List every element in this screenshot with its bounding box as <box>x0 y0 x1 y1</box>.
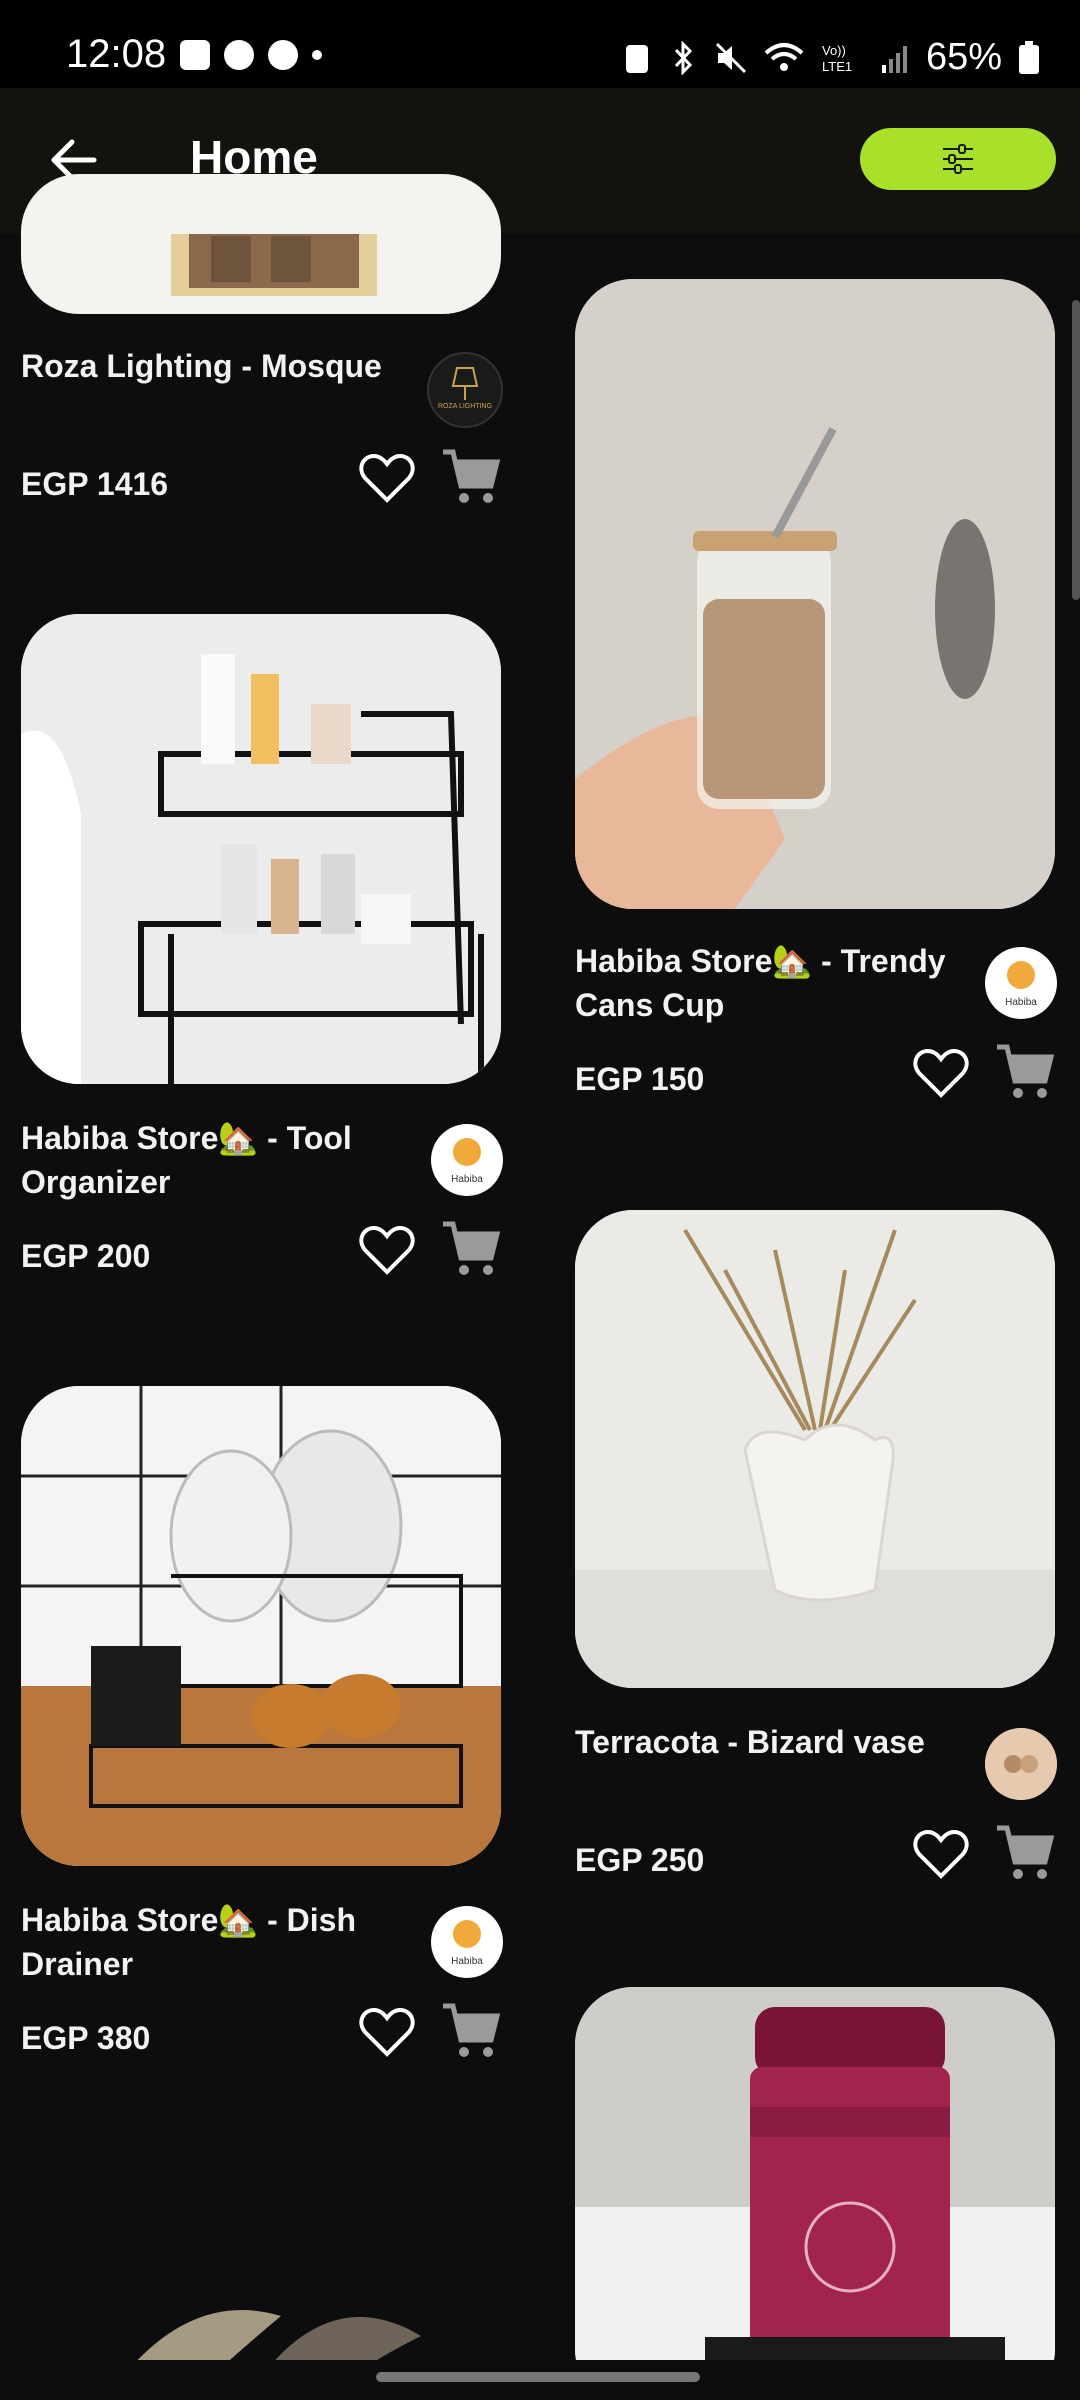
product-image[interactable] <box>575 279 1055 909</box>
cart-icon[interactable] <box>993 1822 1055 1884</box>
battery-percentage: 65% <box>925 36 1002 78</box>
product-price: EGP 380 <box>21 2020 151 2056</box>
product-price: EGP 250 <box>575 1842 705 1878</box>
product-card[interactable]: Terracota - Bizard vase EGP 250 <box>575 1210 1057 1890</box>
product-photo <box>21 1386 501 1866</box>
habiba-logo-icon: Habiba <box>451 1920 483 1967</box>
battery-saver-icon <box>625 44 648 73</box>
cart-icon[interactable] <box>993 1041 1055 1103</box>
habiba-logo-text: Habiba <box>451 1956 483 1967</box>
product-card[interactable] <box>575 1987 1057 2360</box>
store-logo[interactable] <box>985 1728 1057 1800</box>
product-photo <box>575 279 1055 909</box>
gallery-icon <box>180 40 210 70</box>
filter-button[interactable] <box>860 128 1056 190</box>
product-price: EGP 1416 <box>21 466 169 502</box>
store-logo[interactable]: Habiba <box>985 947 1057 1019</box>
scroll-indicator <box>1072 300 1080 600</box>
svg-text:Vo)): Vo)) <box>822 43 846 58</box>
product-image[interactable] <box>21 1386 501 1866</box>
roza-logo-text: ROZA LIGHTING <box>438 403 492 410</box>
product-price: EGP 200 <box>21 1238 151 1274</box>
product-image[interactable] <box>575 1210 1055 1688</box>
product-card[interactable]: Habiba Store🏡 - Tool Organizer Habiba EG… <box>21 614 503 1294</box>
product-name[interactable]: Terracota - Bizard vase <box>575 1720 955 1764</box>
status-bar: 12:08 Vo)) LTE1 65% <box>0 0 1080 88</box>
cart-icon[interactable] <box>439 2000 501 2062</box>
product-image[interactable] <box>21 174 501 314</box>
product-image[interactable] <box>21 614 501 1084</box>
store-logo[interactable]: Habiba <box>431 1124 503 1196</box>
heart-icon[interactable] <box>913 1047 969 1099</box>
habiba-logo-text: Habiba <box>451 1174 483 1185</box>
bluetooth-icon <box>674 40 693 75</box>
gesture-navigation-bar[interactable] <box>376 2372 700 2382</box>
product-image[interactable] <box>575 1987 1055 2360</box>
product-photo <box>21 614 501 1084</box>
cart-icon[interactable] <box>439 446 501 508</box>
battery-icon <box>1019 40 1039 74</box>
product-name[interactable]: Habiba Store🏡 - Trendy Cans Cup <box>575 939 955 1027</box>
product-photo <box>21 2166 501 2360</box>
product-card[interactable]: Roza Lighting - Mosque ROZA LIGHTING EGP… <box>21 174 503 534</box>
product-name[interactable]: Habiba Store🏡 - Tool Organizer <box>21 1116 401 1204</box>
product-name[interactable]: Roza Lighting - Mosque <box>21 344 401 388</box>
status-time: 12:08 <box>66 32 167 76</box>
svg-text:LTE1: LTE1 <box>822 59 852 74</box>
cart-icon[interactable] <box>439 1218 501 1280</box>
whatsapp-icon <box>224 40 254 70</box>
product-name[interactable]: Habiba Store🏡 - Dish Drainer <box>21 1898 401 1986</box>
habiba-logo-icon: Habiba <box>1005 961 1037 1008</box>
volte-icon: Vo))LTE1 <box>822 43 852 74</box>
product-image[interactable] <box>21 2166 501 2360</box>
product-card[interactable] <box>21 2166 503 2360</box>
store-logo[interactable]: ROZA LIGHTING <box>427 352 503 428</box>
product-photo <box>575 1210 1055 1688</box>
product-card[interactable]: Habiba Store🏡 - Trendy Cans Cup Habiba E… <box>575 279 1057 1139</box>
sliders-icon <box>943 144 973 174</box>
habiba-logo-text: Habiba <box>1005 997 1037 1008</box>
habiba-logo-icon: Habiba <box>451 1138 483 1185</box>
product-card[interactable]: Habiba Store🏡 - Dish Drainer Habiba EGP … <box>21 1386 503 2066</box>
heart-icon[interactable] <box>359 452 415 504</box>
product-photo <box>575 1987 1055 2360</box>
notification-icons <box>180 40 322 70</box>
wifi-icon <box>764 42 804 71</box>
heart-icon[interactable] <box>913 1828 969 1880</box>
signal-icon <box>881 45 907 73</box>
roza-lighting-logo-icon: ROZA LIGHTING <box>438 367 492 410</box>
store-logo[interactable]: Habiba <box>431 1906 503 1978</box>
product-price: EGP 150 <box>575 1061 705 1097</box>
terracota-logo-icon <box>985 1728 1057 1800</box>
heart-icon[interactable] <box>359 1224 415 1276</box>
heart-icon[interactable] <box>359 2006 415 2058</box>
product-photo <box>171 234 377 296</box>
mute-icon <box>715 42 746 73</box>
system-icons: Vo)) LTE1 65% <box>622 36 1040 79</box>
more-notifications-icon <box>312 50 322 60</box>
snapchat-icon <box>268 40 298 70</box>
